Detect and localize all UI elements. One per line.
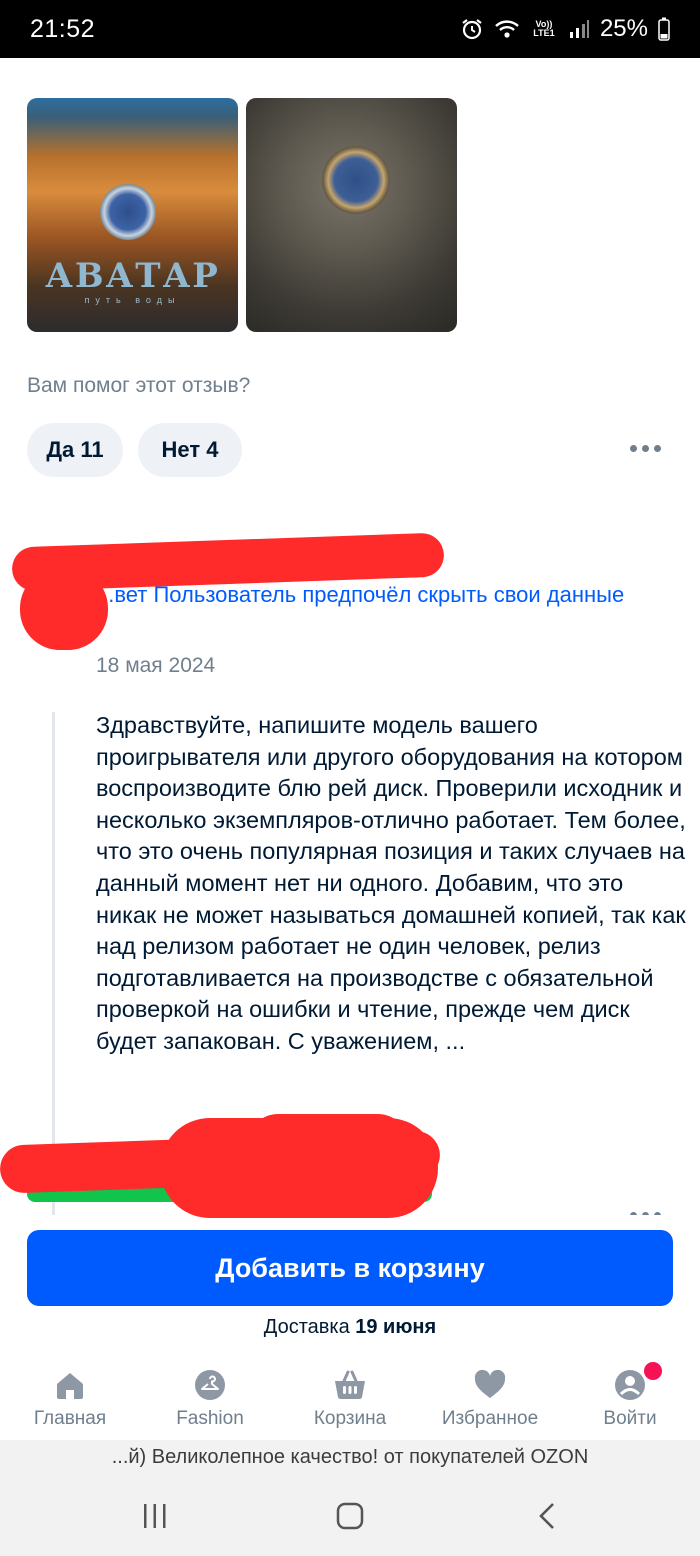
status-icons: Vo)) LTE1 25% xyxy=(460,15,670,43)
reply-date: 18 мая 2024 xyxy=(96,654,216,677)
basket-icon xyxy=(335,1370,365,1399)
hanger-icon xyxy=(195,1370,225,1400)
bottom-nav: Главная Fashion Корзина Избранное Войти xyxy=(0,1360,700,1440)
cover-logo: АВАТАР xyxy=(45,256,220,296)
nav-item-cart[interactable]: Корзина xyxy=(280,1360,420,1430)
delivery-prefix: Доставка xyxy=(263,1316,350,1338)
reply-text: Здравствуйте, напишите модель вашего про… xyxy=(96,712,686,1054)
delivery-info: Доставка 19 июня xyxy=(0,1316,700,1339)
notification-dot xyxy=(642,1360,664,1382)
system-nav-bar xyxy=(0,1476,700,1556)
disc-image xyxy=(322,146,390,214)
review-photo-cover[interactable]: АВАТАР путь воды xyxy=(27,98,238,332)
home-button-icon[interactable] xyxy=(320,1496,380,1536)
delivery-date: 19 июня xyxy=(355,1316,437,1338)
network-type: Vo)) LTE1 xyxy=(533,19,555,38)
nav-label: Fashion xyxy=(176,1408,244,1429)
nav-label: Избранное xyxy=(441,1408,539,1429)
heart-icon xyxy=(474,1369,506,1398)
wifi-icon xyxy=(494,18,520,40)
review-photos: АВАТАР путь воды xyxy=(27,98,457,332)
nav-label: Войти xyxy=(603,1408,657,1429)
nav-label: Корзина xyxy=(313,1408,387,1429)
back-icon[interactable] xyxy=(518,1496,578,1536)
redaction-mark xyxy=(248,1114,408,1174)
alarm-icon xyxy=(460,17,484,41)
nav-item-login[interactable]: Войти xyxy=(560,1360,700,1430)
nav-item-home[interactable]: Главная xyxy=(0,1360,140,1430)
review-photo-disc[interactable] xyxy=(246,98,457,332)
nav-item-fashion[interactable]: Fashion xyxy=(140,1360,280,1430)
vote-yes-button[interactable]: Да 11 xyxy=(27,423,123,477)
vote-no-button[interactable]: Нет 4 xyxy=(138,423,242,477)
helpful-question: Вам помог этот отзыв? xyxy=(27,374,251,397)
nav-item-favorites[interactable]: Избранное xyxy=(420,1360,560,1430)
page-title-banner: ...й) Великолепное качество! от покупате… xyxy=(0,1440,700,1476)
home-icon xyxy=(57,1373,83,1399)
more-options-icon[interactable] xyxy=(630,445,661,452)
nav-label: Главная xyxy=(33,1408,107,1429)
redaction-mark xyxy=(20,568,108,650)
vote-row: Да 11 Нет 4 xyxy=(27,423,673,477)
disc-image xyxy=(100,184,156,240)
status-bar: 21:52 Vo)) LTE1 25% xyxy=(0,0,700,58)
recent-apps-icon[interactable] xyxy=(125,1496,185,1536)
battery-icon xyxy=(658,17,670,41)
status-time: 21:52 xyxy=(30,14,96,43)
signal-icon xyxy=(568,18,590,40)
cover-logo-sub: путь воды xyxy=(84,295,181,305)
battery-percent: 25% xyxy=(599,15,648,42)
add-to-cart-button[interactable]: Добавить в корзину xyxy=(27,1230,673,1306)
